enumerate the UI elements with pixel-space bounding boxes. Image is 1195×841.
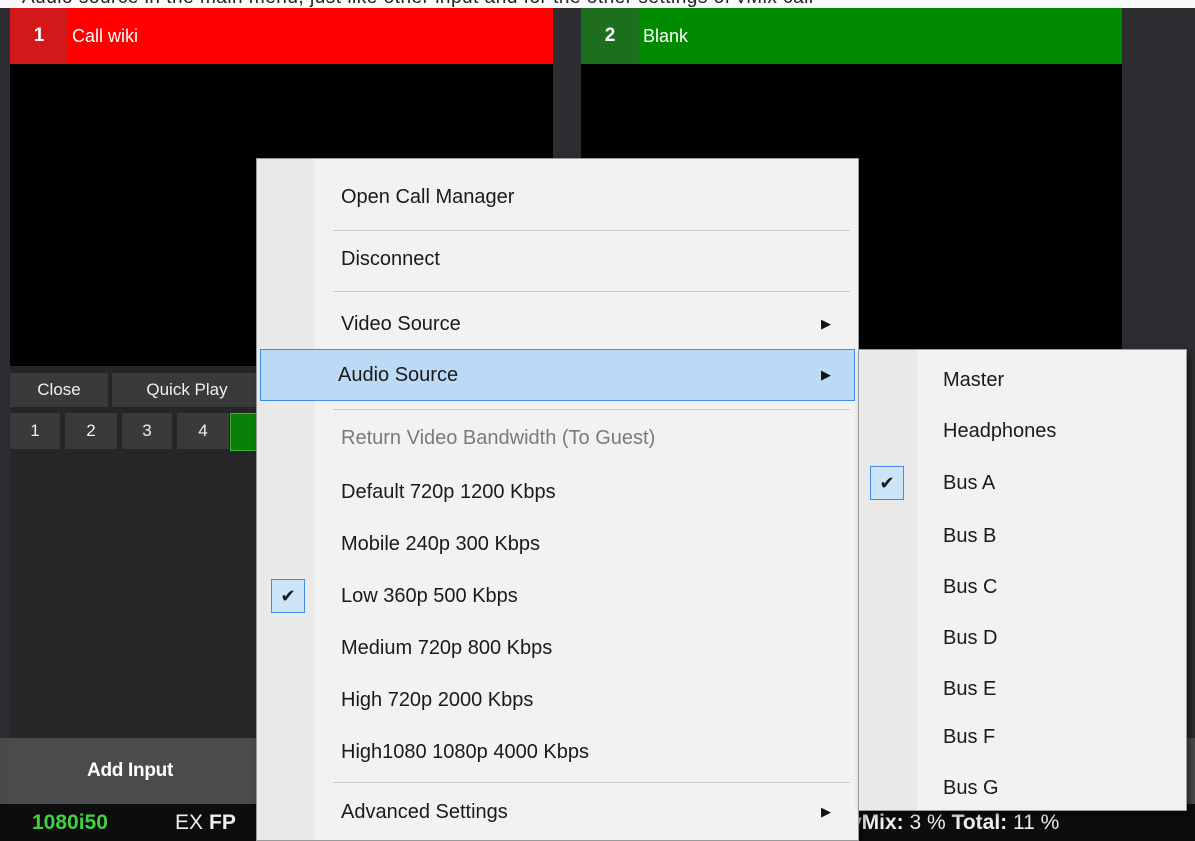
disconnect-item[interactable]: Disconnect: [260, 234, 855, 284]
input-title-2: Blank: [643, 25, 689, 46]
audio-master-item[interactable]: Master: [862, 355, 1183, 405]
call-context-menu: Open Call Manager Disconnect Video Sourc…: [256, 158, 859, 841]
fps-label: FP: [209, 811, 236, 834]
top-caption-strip: Audio source in the main menu, just like…: [0, 0, 1195, 8]
overlay-4-button[interactable]: 4: [177, 413, 229, 449]
return-video-bandwidth-header: Return Video Bandwidth (To Guest): [260, 413, 855, 463]
total-usage-value: 11 %: [1013, 811, 1060, 834]
menu-item-label: Mobile 240p 300 Kbps: [341, 532, 541, 555]
audio-bus-d-item[interactable]: Bus D: [862, 613, 1183, 663]
menu-item-label: Bus C: [943, 575, 998, 598]
top-caption-text: Audio source in the main menu, just like…: [22, 0, 814, 8]
menu-item-label: Bus G: [943, 776, 999, 799]
ex-label: EX: [175, 811, 204, 834]
menu-separator: [333, 782, 850, 783]
ex-readout: EX FP: [175, 811, 236, 835]
menu-item-label: High1080 1080p 4000 Kbps: [341, 740, 589, 763]
input-panel-2-header[interactable]: 2 Blank: [581, 8, 1122, 64]
vmix-usage-value: 3 %: [909, 811, 946, 834]
bandwidth-medium-item[interactable]: Medium 720p 800 Kbps: [260, 623, 855, 673]
audio-bus-e-item[interactable]: Bus E: [862, 664, 1183, 714]
bandwidth-high-item[interactable]: High 720p 2000 Kbps: [260, 675, 855, 725]
audio-bus-f-item[interactable]: Bus F: [862, 712, 1183, 762]
overlay-1-button[interactable]: 1: [10, 413, 60, 449]
arrow-right-icon: ▶: [821, 367, 831, 382]
advanced-settings-item[interactable]: Advanced Settings ▶: [260, 787, 855, 837]
audio-bus-b-item[interactable]: Bus B: [862, 511, 1183, 561]
input-panel-1-header[interactable]: 1 Call wiki: [10, 8, 553, 64]
menu-item-label: Default 720p 1200 Kbps: [341, 480, 556, 503]
menu-item-label: High 720p 2000 Kbps: [341, 688, 534, 711]
audio-headphones-item[interactable]: Headphones: [862, 406, 1183, 456]
menu-item-label: Advanced Settings: [341, 800, 508, 823]
arrow-right-icon: ▶: [821, 316, 831, 331]
menu-item-label: Audio Source: [338, 363, 459, 386]
menu-item-label: Bus A: [943, 471, 996, 494]
audio-bus-g-item[interactable]: Bus G: [862, 763, 1183, 813]
cpu-usage-readout: vMix: 3 % Total: 11 %: [850, 811, 1059, 835]
bandwidth-low-item[interactable]: ✔ Low 360p 500 Kbps: [260, 571, 855, 621]
audio-source-item[interactable]: Audio Source ▶: [260, 349, 855, 401]
bandwidth-default-item[interactable]: Default 720p 1200 Kbps: [260, 467, 855, 517]
bandwidth-high1080-item[interactable]: High1080 1080p 4000 Kbps: [260, 727, 855, 777]
overlay-2-button[interactable]: 2: [65, 413, 117, 449]
menu-item-label: Bus D: [943, 626, 998, 649]
resolution-readout: 1080i50: [32, 811, 108, 834]
menu-item-label: Bus E: [943, 677, 997, 700]
menu-item-label: Video Source: [341, 312, 461, 335]
video-source-item[interactable]: Video Source ▶: [260, 299, 855, 349]
checkmark-icon: ✔: [271, 579, 305, 613]
input-number-1: 1: [10, 8, 68, 64]
menu-separator: [333, 409, 850, 410]
menu-item-label: Open Call Manager: [341, 185, 515, 208]
menu-item-label: Master: [943, 368, 1005, 391]
input-number-2: 2: [581, 8, 639, 64]
menu-separator: [333, 230, 850, 231]
audio-bus-a-item[interactable]: ✔ Bus A: [862, 458, 1183, 508]
overlay-3-button[interactable]: 3: [122, 413, 172, 449]
open-call-manager-item[interactable]: Open Call Manager: [260, 172, 855, 222]
menu-item-label: Bus B: [943, 524, 997, 547]
bandwidth-mobile-item[interactable]: Mobile 240p 300 Kbps: [260, 519, 855, 569]
checkmark-icon: ✔: [870, 466, 904, 500]
total-usage-label: Total:: [951, 811, 1008, 834]
menu-item-label: Return Video Bandwidth (To Guest): [341, 426, 656, 449]
audio-source-submenu: Master Headphones ✔ Bus A Bus B Bus C Bu…: [858, 349, 1187, 811]
input-title-1: Call wiki: [72, 25, 139, 46]
menu-item-label: Low 360p 500 Kbps: [341, 584, 518, 607]
add-input-button[interactable]: Add Input: [10, 738, 250, 804]
menu-item-label: Headphones: [943, 419, 1057, 442]
menu-item-label: Bus F: [943, 725, 996, 748]
close-button[interactable]: Close: [10, 373, 110, 407]
audio-bus-c-item[interactable]: Bus C: [862, 562, 1183, 612]
menu-separator: [333, 291, 850, 292]
menu-item-label: Disconnect: [341, 247, 440, 270]
menu-item-label: Medium 720p 800 Kbps: [341, 636, 553, 659]
quick-play-button[interactable]: Quick Play: [112, 373, 264, 407]
arrow-right-icon: ▶: [821, 804, 831, 819]
